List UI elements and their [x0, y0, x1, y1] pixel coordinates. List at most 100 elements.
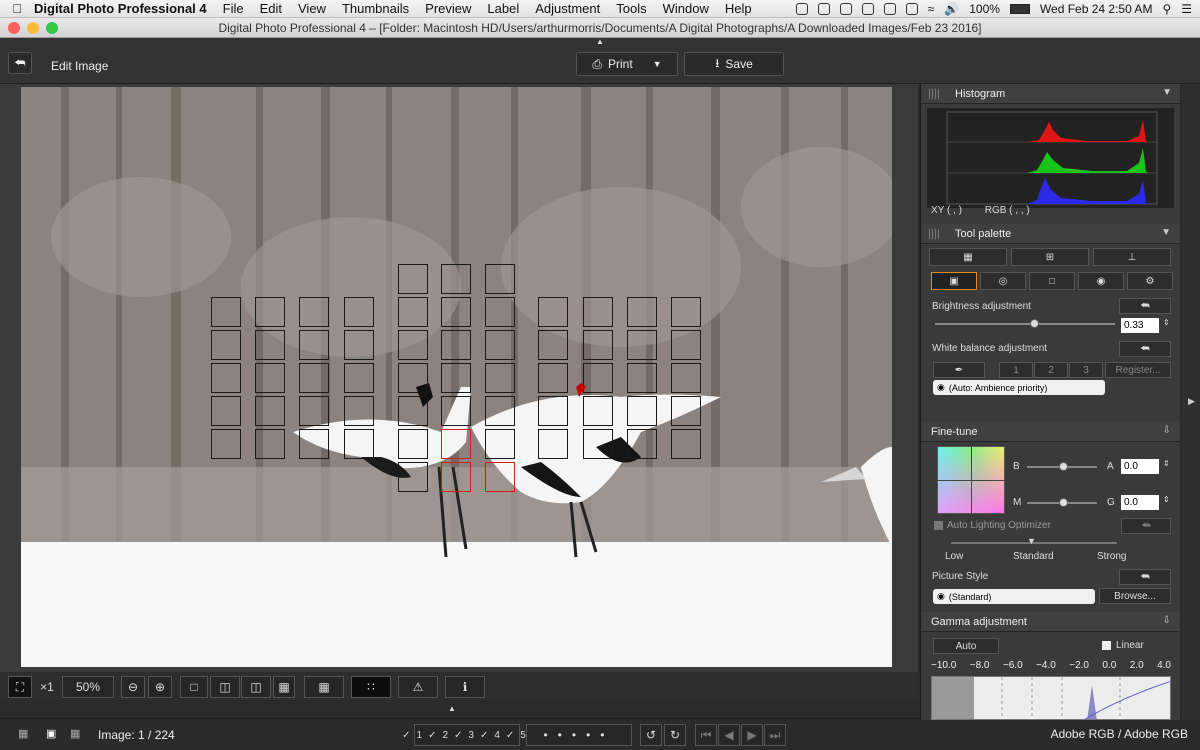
- register-button[interactable]: Register...: [1105, 362, 1171, 378]
- status-icon-3[interactable]: [839, 3, 852, 15]
- brightness-slider[interactable]: [935, 323, 1115, 325]
- brightness-stepper[interactable]: ⇕: [1163, 318, 1170, 327]
- drag-handle-icon[interactable]: [929, 229, 939, 239]
- zoom-out-button[interactable]: ⊖: [121, 676, 145, 698]
- palette-basic-button[interactable]: ▦: [929, 248, 1007, 266]
- status-icon-2[interactable]: [817, 3, 830, 15]
- single-view-button[interactable]: □: [180, 676, 208, 698]
- finetune-header[interactable]: Fine-tune ⇩: [921, 422, 1179, 442]
- palette-crop-button[interactable]: ⊞: [1011, 248, 1089, 266]
- collapse-toolbar-icon[interactable]: ▲: [596, 37, 604, 46]
- filmstrip-view-icon[interactable]: ▦: [70, 727, 80, 740]
- picture-style-select[interactable]: ◉ (Standard): [933, 589, 1095, 604]
- wifi-icon[interactable]: ≈: [928, 2, 935, 16]
- drag-handle-icon[interactable]: [929, 89, 939, 99]
- menu-view[interactable]: View: [298, 1, 326, 16]
- histogram-header[interactable]: Histogram ▼: [921, 84, 1180, 104]
- double-chevron-down-icon[interactable]: ⇩: [1163, 615, 1171, 626]
- split-view-button[interactable]: ◫: [241, 676, 271, 698]
- brightness-value-field[interactable]: 0.33: [1121, 318, 1159, 333]
- compare-view-button[interactable]: ◫: [210, 676, 240, 698]
- menu-thumbnails[interactable]: Thumbnails: [342, 1, 409, 16]
- thumbnail-view-icon[interactable]: ▦: [18, 727, 28, 740]
- cloud-icon[interactable]: [861, 3, 874, 15]
- rotate-left-button[interactable]: ↺: [640, 724, 662, 746]
- back-button[interactable]: ⮪: [8, 52, 32, 74]
- search-icon[interactable]: ⚲: [1162, 2, 1171, 16]
- wb-preset-3-button[interactable]: 3: [1069, 362, 1103, 378]
- zoom-in-button[interactable]: ⊕: [148, 676, 172, 698]
- minimize-window-icon[interactable]: [27, 22, 39, 34]
- tab-tone-adjust[interactable]: ◎: [980, 272, 1026, 290]
- volume-icon[interactable]: 🔊: [944, 2, 959, 16]
- photo-cranes[interactable]: [21, 87, 892, 667]
- menu-help[interactable]: Help: [725, 1, 752, 16]
- eyedropper-button[interactable]: ✒: [933, 362, 985, 378]
- apple-icon[interactable]: : [0, 1, 34, 16]
- clock[interactable]: Wed Feb 24 2:50 AM: [1040, 2, 1153, 16]
- menu-file[interactable]: File: [223, 1, 244, 16]
- a-stepper[interactable]: ⇕: [1163, 459, 1170, 468]
- menu-preview[interactable]: Preview: [425, 1, 471, 16]
- menu-adjustment[interactable]: Adjustment: [535, 1, 600, 16]
- tab-curve-adjust[interactable]: □: [1029, 272, 1075, 290]
- time-machine-icon[interactable]: [883, 3, 896, 15]
- zoom-window-icon[interactable]: [46, 22, 58, 34]
- menu-window[interactable]: Window: [663, 1, 709, 16]
- double-chevron-down-icon[interactable]: ⇩: [1163, 425, 1171, 436]
- bluetooth-icon[interactable]: [905, 3, 918, 15]
- image-viewer[interactable]: [0, 84, 918, 672]
- print-button[interactable]: ⎙ Print ▼: [576, 52, 678, 76]
- highlight-warning-button[interactable]: ⚠: [398, 676, 438, 698]
- tab-settings[interactable]: ⚙: [1127, 272, 1173, 290]
- panel-toggle[interactable]: ▶: [1182, 84, 1200, 720]
- collapse-filmstrip-icon[interactable]: ▲: [448, 704, 456, 713]
- g-stepper[interactable]: ⇕: [1163, 495, 1170, 504]
- rating-dots[interactable]: •••••: [526, 724, 632, 746]
- last-image-button[interactable]: ⏭: [764, 724, 786, 746]
- star-rating-buttons[interactable]: ✓1✓2✓3✓4✓5: [402, 724, 526, 746]
- chevron-down-icon[interactable]: ▼: [1161, 227, 1171, 238]
- edit-view-icon[interactable]: ▣: [46, 727, 56, 740]
- before-after-button[interactable]: ▦: [273, 676, 295, 698]
- ba-slider-knob[interactable]: [1059, 462, 1068, 471]
- a-value-field[interactable]: 0.0: [1121, 459, 1159, 474]
- tool-palette-header[interactable]: Tool palette ▼: [921, 224, 1179, 244]
- next-image-button[interactable]: ▶: [741, 724, 763, 746]
- gamma-header[interactable]: Gamma adjustment ⇩: [921, 612, 1179, 632]
- wb-preset-1-button[interactable]: 1: [999, 362, 1033, 378]
- tab-color-adjust[interactable]: ◉: [1078, 272, 1124, 290]
- notification-icon[interactable]: ☰: [1181, 2, 1192, 16]
- zoom-select[interactable]: 50%: [62, 676, 114, 698]
- menu-app-name[interactable]: Digital Photo Professional 4: [34, 1, 207, 16]
- brightness-slider-knob[interactable]: [1030, 319, 1039, 328]
- white-balance-reset-button[interactable]: ⮪: [1119, 341, 1171, 357]
- gamma-graph[interactable]: [931, 676, 1171, 720]
- chevron-down-icon[interactable]: ▼: [653, 59, 662, 69]
- menu-tools[interactable]: Tools: [616, 1, 646, 16]
- first-image-button[interactable]: ⏮: [695, 724, 717, 746]
- palette-stamp-button[interactable]: ⊥: [1093, 248, 1171, 266]
- chevron-right-icon[interactable]: ▶: [1188, 396, 1195, 407]
- g-value-field[interactable]: 0.0: [1121, 495, 1159, 510]
- alo-slider-knob[interactable]: ▼: [1027, 536, 1036, 546]
- info-button[interactable]: ℹ: [445, 676, 485, 698]
- mg-slider-knob[interactable]: [1059, 498, 1068, 507]
- color-wheel[interactable]: [937, 446, 1006, 515]
- color-wheel-cursor[interactable]: [971, 447, 972, 515]
- fit-window-button[interactable]: ⛶: [8, 676, 32, 698]
- save-button[interactable]: ⭳ Save: [684, 52, 784, 76]
- previous-image-button[interactable]: ◀: [718, 724, 740, 746]
- white-balance-select[interactable]: ◉ (Auto: Ambience priority): [933, 380, 1105, 395]
- af-points-button[interactable]: ∷: [351, 676, 391, 698]
- gamma-auto-button[interactable]: Auto: [933, 638, 999, 654]
- rotate-right-button[interactable]: ↻: [664, 724, 686, 746]
- close-window-icon[interactable]: [8, 22, 20, 34]
- battery-icon[interactable]: [1009, 4, 1030, 14]
- zoom-x1-button[interactable]: ×1: [33, 676, 61, 698]
- picture-style-reset-button[interactable]: ⮪: [1119, 569, 1171, 585]
- alo-reset-button[interactable]: ⮪: [1121, 518, 1171, 534]
- grid-overlay-button[interactable]: ▦: [304, 676, 344, 698]
- wb-preset-2-button[interactable]: 2: [1034, 362, 1068, 378]
- chevron-down-icon[interactable]: ▼: [1162, 87, 1172, 98]
